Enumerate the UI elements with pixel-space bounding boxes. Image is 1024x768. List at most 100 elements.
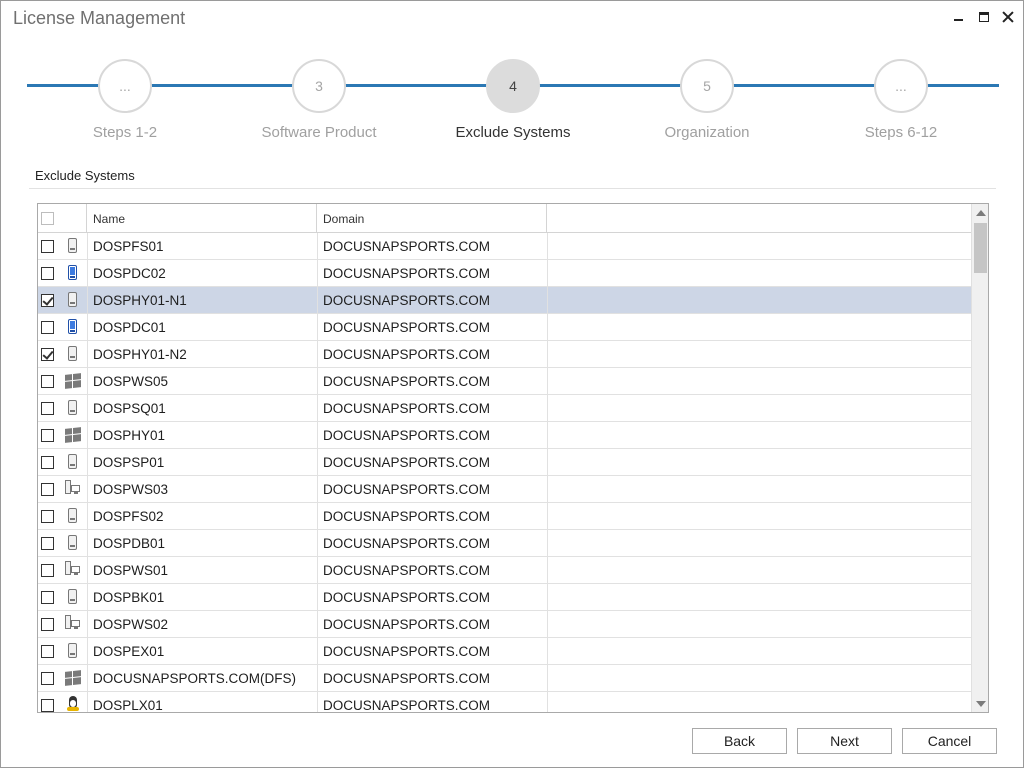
system-domain: DOCUSNAPSPORTS.COM <box>323 455 491 470</box>
table-row[interactable]: DOSPWS03 DOCUSNAPSPORTS.COM <box>38 476 971 503</box>
back-button[interactable]: Back <box>692 728 787 754</box>
column-header-name[interactable]: Name <box>87 204 317 232</box>
table-row[interactable]: DOSPDC02 DOCUSNAPSPORTS.COM <box>38 260 971 287</box>
close-button[interactable] <box>997 7 1019 27</box>
column-header-domain[interactable]: Domain <box>317 204 547 232</box>
table-row[interactable]: DOCUSNAPSPORTS.COM(DFS) DOCUSNAPSPORTS.CO… <box>38 665 971 692</box>
row-checkbox[interactable] <box>41 672 54 685</box>
step-label: Software Product <box>261 124 377 141</box>
scroll-up-button[interactable] <box>972 204 988 221</box>
minimize-button[interactable] <box>947 7 969 27</box>
row-checkbox[interactable] <box>41 510 54 523</box>
maximize-button[interactable] <box>973 7 995 27</box>
row-checkbox-cell <box>41 368 61 394</box>
table-row[interactable]: DOSPFS01 DOCUSNAPSPORTS.COM <box>38 233 971 260</box>
system-domain: DOCUSNAPSPORTS.COM <box>323 482 491 497</box>
row-checkbox[interactable] <box>41 564 54 577</box>
row-checkbox-cell <box>41 557 61 583</box>
system-name: DOSPSP01 <box>93 455 165 470</box>
row-checkbox[interactable] <box>41 294 54 307</box>
section-title: Exclude Systems <box>35 168 135 183</box>
row-checkbox-cell <box>41 449 61 475</box>
scroll-down-button[interactable] <box>972 695 988 712</box>
system-domain: DOCUSNAPSPORTS.COM <box>323 671 491 686</box>
table-row[interactable]: DOSPLX01 DOCUSNAPSPORTS.COM <box>38 692 971 713</box>
step-label: Steps 6-12 <box>864 124 938 141</box>
row-checkbox[interactable] <box>41 591 54 604</box>
row-checkbox[interactable] <box>41 321 54 334</box>
system-name: DOSPWS01 <box>93 563 169 578</box>
table-row[interactable]: DOSPWS02 DOCUSNAPSPORTS.COM <box>38 611 971 638</box>
system-type-icon-cell <box>62 665 88 691</box>
arrow-down-icon <box>975 700 986 707</box>
row-checkbox[interactable] <box>41 429 54 442</box>
system-domain: DOCUSNAPSPORTS.COM <box>323 698 491 713</box>
wizard-step-2[interactable]: 3 Software Product <box>219 51 419 141</box>
wizard-step-1[interactable]: ... Steps 1-2 <box>25 51 225 141</box>
vertical-scrollbar[interactable] <box>971 204 988 712</box>
next-button[interactable]: Next <box>797 728 892 754</box>
system-name: DOCUSNAPSPORTS.COM(DFS) <box>93 671 297 686</box>
system-type-icon-cell <box>62 503 88 529</box>
table-row[interactable]: DOSPSQ01 DOCUSNAPSPORTS.COM <box>38 395 971 422</box>
table-row[interactable]: DOSPDC01 DOCUSNAPSPORTS.COM <box>38 314 971 341</box>
row-checkbox-cell <box>41 287 61 313</box>
system-name: DOSPLX01 <box>93 698 163 713</box>
system-type-icon-cell <box>62 422 88 448</box>
row-checkbox[interactable] <box>41 456 54 469</box>
header-checkbox-cell <box>38 204 87 232</box>
row-checkbox[interactable] <box>41 267 54 280</box>
table-row[interactable]: DOSPWS01 DOCUSNAPSPORTS.COM <box>38 557 971 584</box>
table-row[interactable]: DOSPHY01-N1 DOCUSNAPSPORTS.COM <box>38 287 971 314</box>
system-domain: DOCUSNAPSPORTS.COM <box>323 347 491 362</box>
row-checkbox-cell <box>41 233 61 259</box>
system-domain: DOCUSNAPSPORTS.COM <box>323 428 491 443</box>
table-row[interactable]: DOSPBK01 DOCUSNAPSPORTS.COM <box>38 584 971 611</box>
row-checkbox[interactable] <box>41 348 54 361</box>
system-domain: DOCUSNAPSPORTS.COM <box>323 266 491 281</box>
row-checkbox[interactable] <box>41 483 54 496</box>
row-checkbox[interactable] <box>41 699 54 712</box>
table-row[interactable]: DOSPDB01 DOCUSNAPSPORTS.COM <box>38 530 971 557</box>
cancel-button[interactable]: Cancel <box>902 728 997 754</box>
row-checkbox[interactable] <box>41 240 54 253</box>
system-domain: DOCUSNAPSPORTS.COM <box>323 239 491 254</box>
row-checkbox[interactable] <box>41 645 54 658</box>
system-name: DOSPWS02 <box>93 617 169 632</box>
system-type-icon-cell <box>62 314 88 340</box>
table-row[interactable]: DOSPEX01 DOCUSNAPSPORTS.COM <box>38 638 971 665</box>
window-title: License Management <box>13 8 186 28</box>
system-name: DOSPDC02 <box>93 266 166 281</box>
step-badge: ... <box>874 59 928 113</box>
system-type-icon-cell <box>62 530 88 556</box>
arrow-up-icon <box>975 209 986 216</box>
table-row[interactable]: DOSPWS05 DOCUSNAPSPORTS.COM <box>38 368 971 395</box>
title-bar: License Management <box>1 1 1023 35</box>
system-type-icon-cell <box>62 395 88 421</box>
row-checkbox-cell <box>41 260 61 286</box>
domain-controller-icon <box>68 265 77 280</box>
row-checkbox[interactable] <box>41 402 54 415</box>
wizard-step-4[interactable]: 5 Organization <box>607 51 807 141</box>
system-type-icon-cell <box>62 638 88 664</box>
table-row[interactable]: DOSPSP01 DOCUSNAPSPORTS.COM <box>38 449 971 476</box>
row-checkbox[interactable] <box>41 618 54 631</box>
step-label: Organization <box>664 124 750 141</box>
server-icon <box>68 508 77 523</box>
system-type-icon-cell <box>62 449 88 475</box>
step-badge: 5 <box>680 59 734 113</box>
system-name: DOSPEX01 <box>93 644 165 659</box>
row-checkbox[interactable] <box>41 537 54 550</box>
scroll-thumb[interactable] <box>974 223 987 273</box>
row-checkbox-cell <box>41 530 61 556</box>
wizard-step-3[interactable]: 4 Exclude Systems <box>413 51 613 141</box>
table-row[interactable]: DOSPFS02 DOCUSNAPSPORTS.COM <box>38 503 971 530</box>
table-row[interactable]: DOSPHY01-N2 DOCUSNAPSPORTS.COM <box>38 341 971 368</box>
row-checkbox-cell <box>41 503 61 529</box>
row-checkbox-cell <box>41 341 61 367</box>
table-row[interactable]: DOSPHY01 DOCUSNAPSPORTS.COM <box>38 422 971 449</box>
row-checkbox[interactable] <box>41 375 54 388</box>
select-all-checkbox[interactable] <box>41 212 54 225</box>
server-icon <box>68 400 77 415</box>
wizard-step-5[interactable]: ... Steps 6-12 <box>801 51 1001 141</box>
